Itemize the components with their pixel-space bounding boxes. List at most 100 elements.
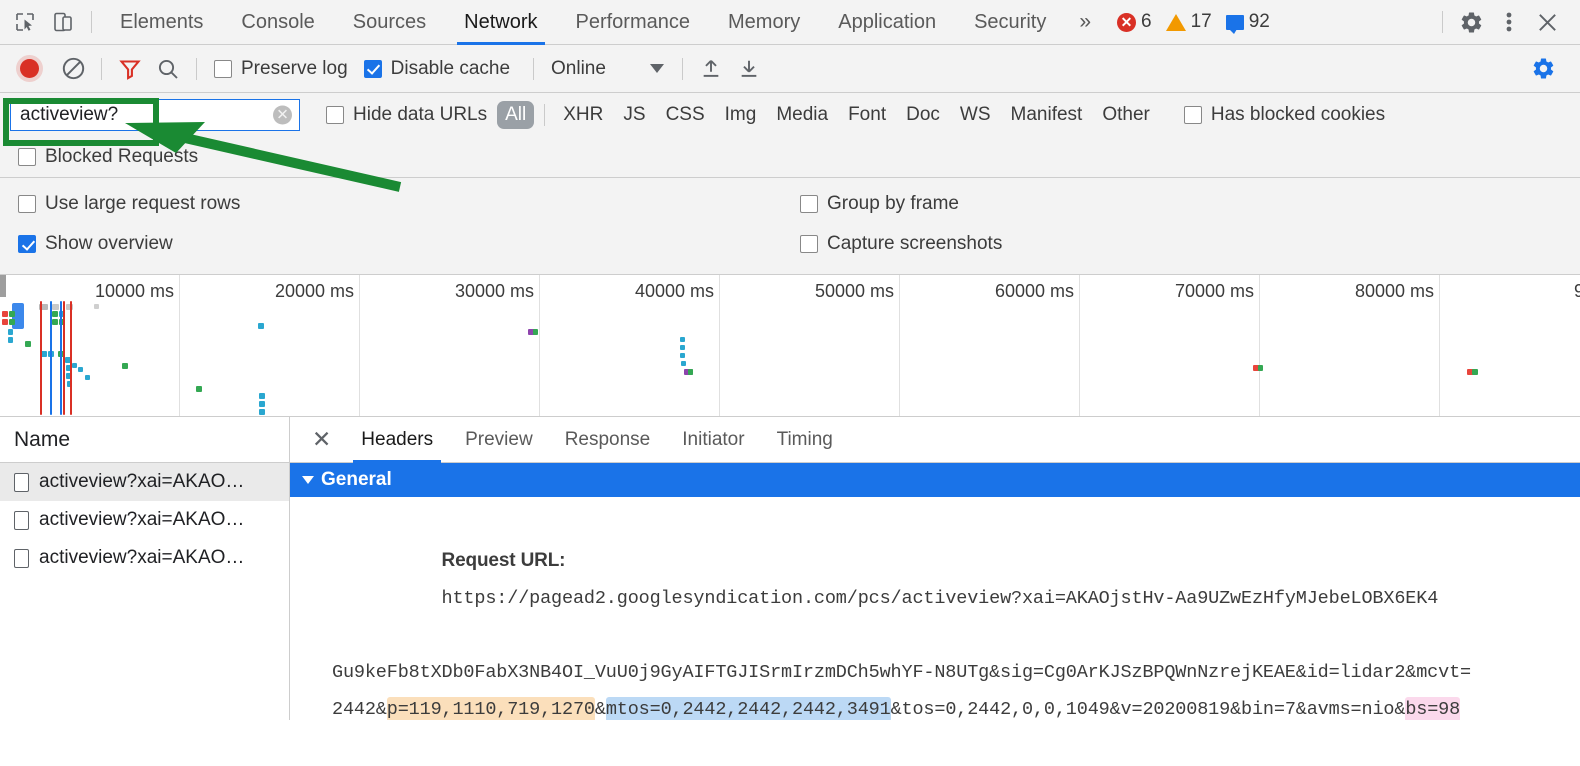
device-toolbar-icon[interactable] [44, 3, 82, 41]
tab-elements[interactable]: Elements [101, 0, 222, 45]
request-row[interactable]: activeview?xai=AKAO… [0, 463, 289, 501]
detail-tab-label: Timing [776, 428, 833, 450]
request-url-label: Request URL: [441, 550, 566, 571]
warning-count: 17 [1190, 11, 1212, 32]
checkbox-box [800, 235, 818, 253]
preserve-log-label: Preserve log [241, 57, 348, 79]
type-filter-js[interactable]: JS [615, 101, 653, 129]
group-by-frame-checkbox[interactable]: Group by frame [800, 193, 959, 215]
tab-network[interactable]: Network [445, 0, 556, 45]
disable-cache-label: Disable cache [390, 57, 511, 79]
preserve-log-checkbox[interactable]: Preserve log [214, 58, 348, 80]
type-filter-css[interactable]: CSS [658, 101, 713, 129]
overview-tick-label: 20000 ms [274, 281, 354, 301]
tab-label: Application [838, 10, 937, 33]
url-segment: 2442& [332, 699, 387, 720]
filter-button[interactable] [111, 50, 149, 88]
checkbox-box [1183, 106, 1202, 124]
info-icon [1225, 14, 1244, 34]
tab-label: Security [974, 10, 1047, 33]
request-row[interactable]: activeview?xai=AKAO… [0, 539, 289, 577]
inspect-element-icon[interactable] [6, 3, 44, 41]
type-filter-media[interactable]: Media [768, 101, 836, 129]
export-har-button[interactable] [730, 50, 768, 88]
type-filter-img[interactable]: Img [717, 101, 765, 129]
detail-tab-response[interactable]: Response [549, 417, 667, 463]
clear-input-icon[interactable]: ✕ [273, 105, 292, 125]
settings-col-left: Use large request rows [10, 193, 800, 215]
show-overview-checkbox[interactable]: Show overview [18, 233, 173, 255]
issue-counters[interactable]: ✕ 6 17 92 [1117, 11, 1270, 34]
request-url-value-line-1: https://pagead2.googlesyndication.com/pc… [442, 588, 1439, 609]
type-filter-font[interactable]: Font [840, 101, 894, 129]
tab-security[interactable]: Security [955, 0, 1065, 45]
request-detail-pane: ✕ Headers Preview Response Initiator Tim… [290, 417, 1580, 720]
disable-cache-checkbox[interactable]: Disable cache [363, 57, 511, 80]
overview-tick-label: 30000 ms [454, 281, 534, 301]
type-filter-ws[interactable]: WS [952, 101, 999, 129]
toolbar-divider [544, 104, 546, 126]
network-settings-panel: Use large request rows Group by frame Sh… [0, 178, 1580, 275]
url-segment: & [594, 699, 606, 720]
close-detail-icon[interactable]: ✕ [298, 428, 345, 451]
type-filter-all[interactable]: All [497, 101, 535, 129]
toolbar-divider [101, 57, 102, 80]
use-large-request-rows-checkbox[interactable]: Use large request rows [18, 193, 240, 215]
capture-screenshots-checkbox[interactable]: Capture screenshots [800, 233, 1002, 255]
network-settings-gear-icon[interactable] [1524, 50, 1562, 88]
request-url-block: Request URL: https://pagead2.googlesyndi… [290, 497, 1580, 720]
type-filter-xhr[interactable]: XHR [555, 101, 611, 129]
search-icon[interactable] [149, 50, 187, 88]
url-segment: Gu9keFb8tXDb0FabX3NB4OI_VuU0j9GyAIFTGJIS… [332, 662, 1471, 683]
type-filter-other[interactable]: Other [1094, 101, 1158, 129]
chevron-down-icon [302, 476, 314, 484]
tab-performance[interactable]: Performance [557, 0, 710, 45]
request-list: Name activeview?xai=AKAO… activeview?xai… [0, 417, 290, 720]
toolbar-divider [533, 57, 535, 80]
tab-application[interactable]: Application [819, 0, 955, 45]
toolbar-divider [681, 57, 683, 80]
tab-sources[interactable]: Sources [334, 0, 445, 45]
throttling-dropdown[interactable]: Online [543, 58, 664, 80]
detail-tab-timing[interactable]: Timing [761, 417, 849, 463]
request-list-column-header[interactable]: Name [0, 417, 289, 463]
request-row[interactable]: activeview?xai=AKAO… [0, 501, 289, 539]
close-icon[interactable] [1528, 3, 1566, 41]
record-button[interactable] [10, 50, 48, 88]
has-blocked-cookies-checkbox[interactable]: Has blocked cookies [1183, 104, 1385, 126]
detail-tab-initiator[interactable]: Initiator [666, 417, 760, 463]
hide-data-urls-checkbox[interactable]: Hide data URLs [326, 104, 487, 126]
request-name: activeview?xai=AKAO… [39, 547, 245, 568]
overview-tick-label: 50000 ms [814, 281, 894, 301]
type-filter-manifest[interactable]: Manifest [1003, 101, 1091, 129]
detail-tab-preview[interactable]: Preview [449, 417, 549, 463]
detail-tab-headers[interactable]: Headers [345, 417, 449, 463]
tab-label: Console [241, 10, 315, 33]
type-filter-doc[interactable]: Doc [898, 101, 948, 129]
network-settings-tools [1524, 50, 1570, 88]
checkbox-box [363, 59, 382, 78]
tabbar-right-tools [1433, 3, 1574, 41]
tab-label: Sources [352, 10, 427, 33]
tab-memory[interactable]: Memory [709, 0, 819, 45]
network-main-split: Name activeview?xai=AKAO… activeview?xai… [0, 417, 1580, 720]
info-counter[interactable]: 92 [1225, 11, 1270, 34]
general-section-header[interactable]: General [290, 463, 1580, 497]
import-har-button[interactable] [692, 50, 730, 88]
clear-button[interactable] [54, 50, 92, 88]
kebab-menu-icon[interactable] [1490, 3, 1528, 41]
toolbar-divider [1442, 11, 1443, 33]
blocked-requests-checkbox[interactable]: Blocked Requests [18, 146, 198, 168]
filter-input-wrapper[interactable]: ✕ [10, 99, 300, 131]
checkbox-box [18, 148, 36, 166]
tab-console[interactable]: Console [222, 0, 333, 45]
gear-icon[interactable] [1452, 3, 1490, 41]
warning-counter[interactable]: 17 [1165, 11, 1212, 33]
more-tabs-icon[interactable]: » [1065, 10, 1105, 34]
detail-tab-label: Preview [465, 428, 533, 450]
throttling-value: Online [551, 57, 606, 79]
error-counter[interactable]: ✕ 6 [1117, 11, 1152, 33]
filter-input[interactable] [20, 104, 269, 126]
network-overview-timeline[interactable]: 10000 ms 20000 ms 30000 ms 40000 ms 5000… [0, 275, 1580, 417]
url-segment: mtos=0,2442,2442,2442,3491 [605, 697, 891, 720]
